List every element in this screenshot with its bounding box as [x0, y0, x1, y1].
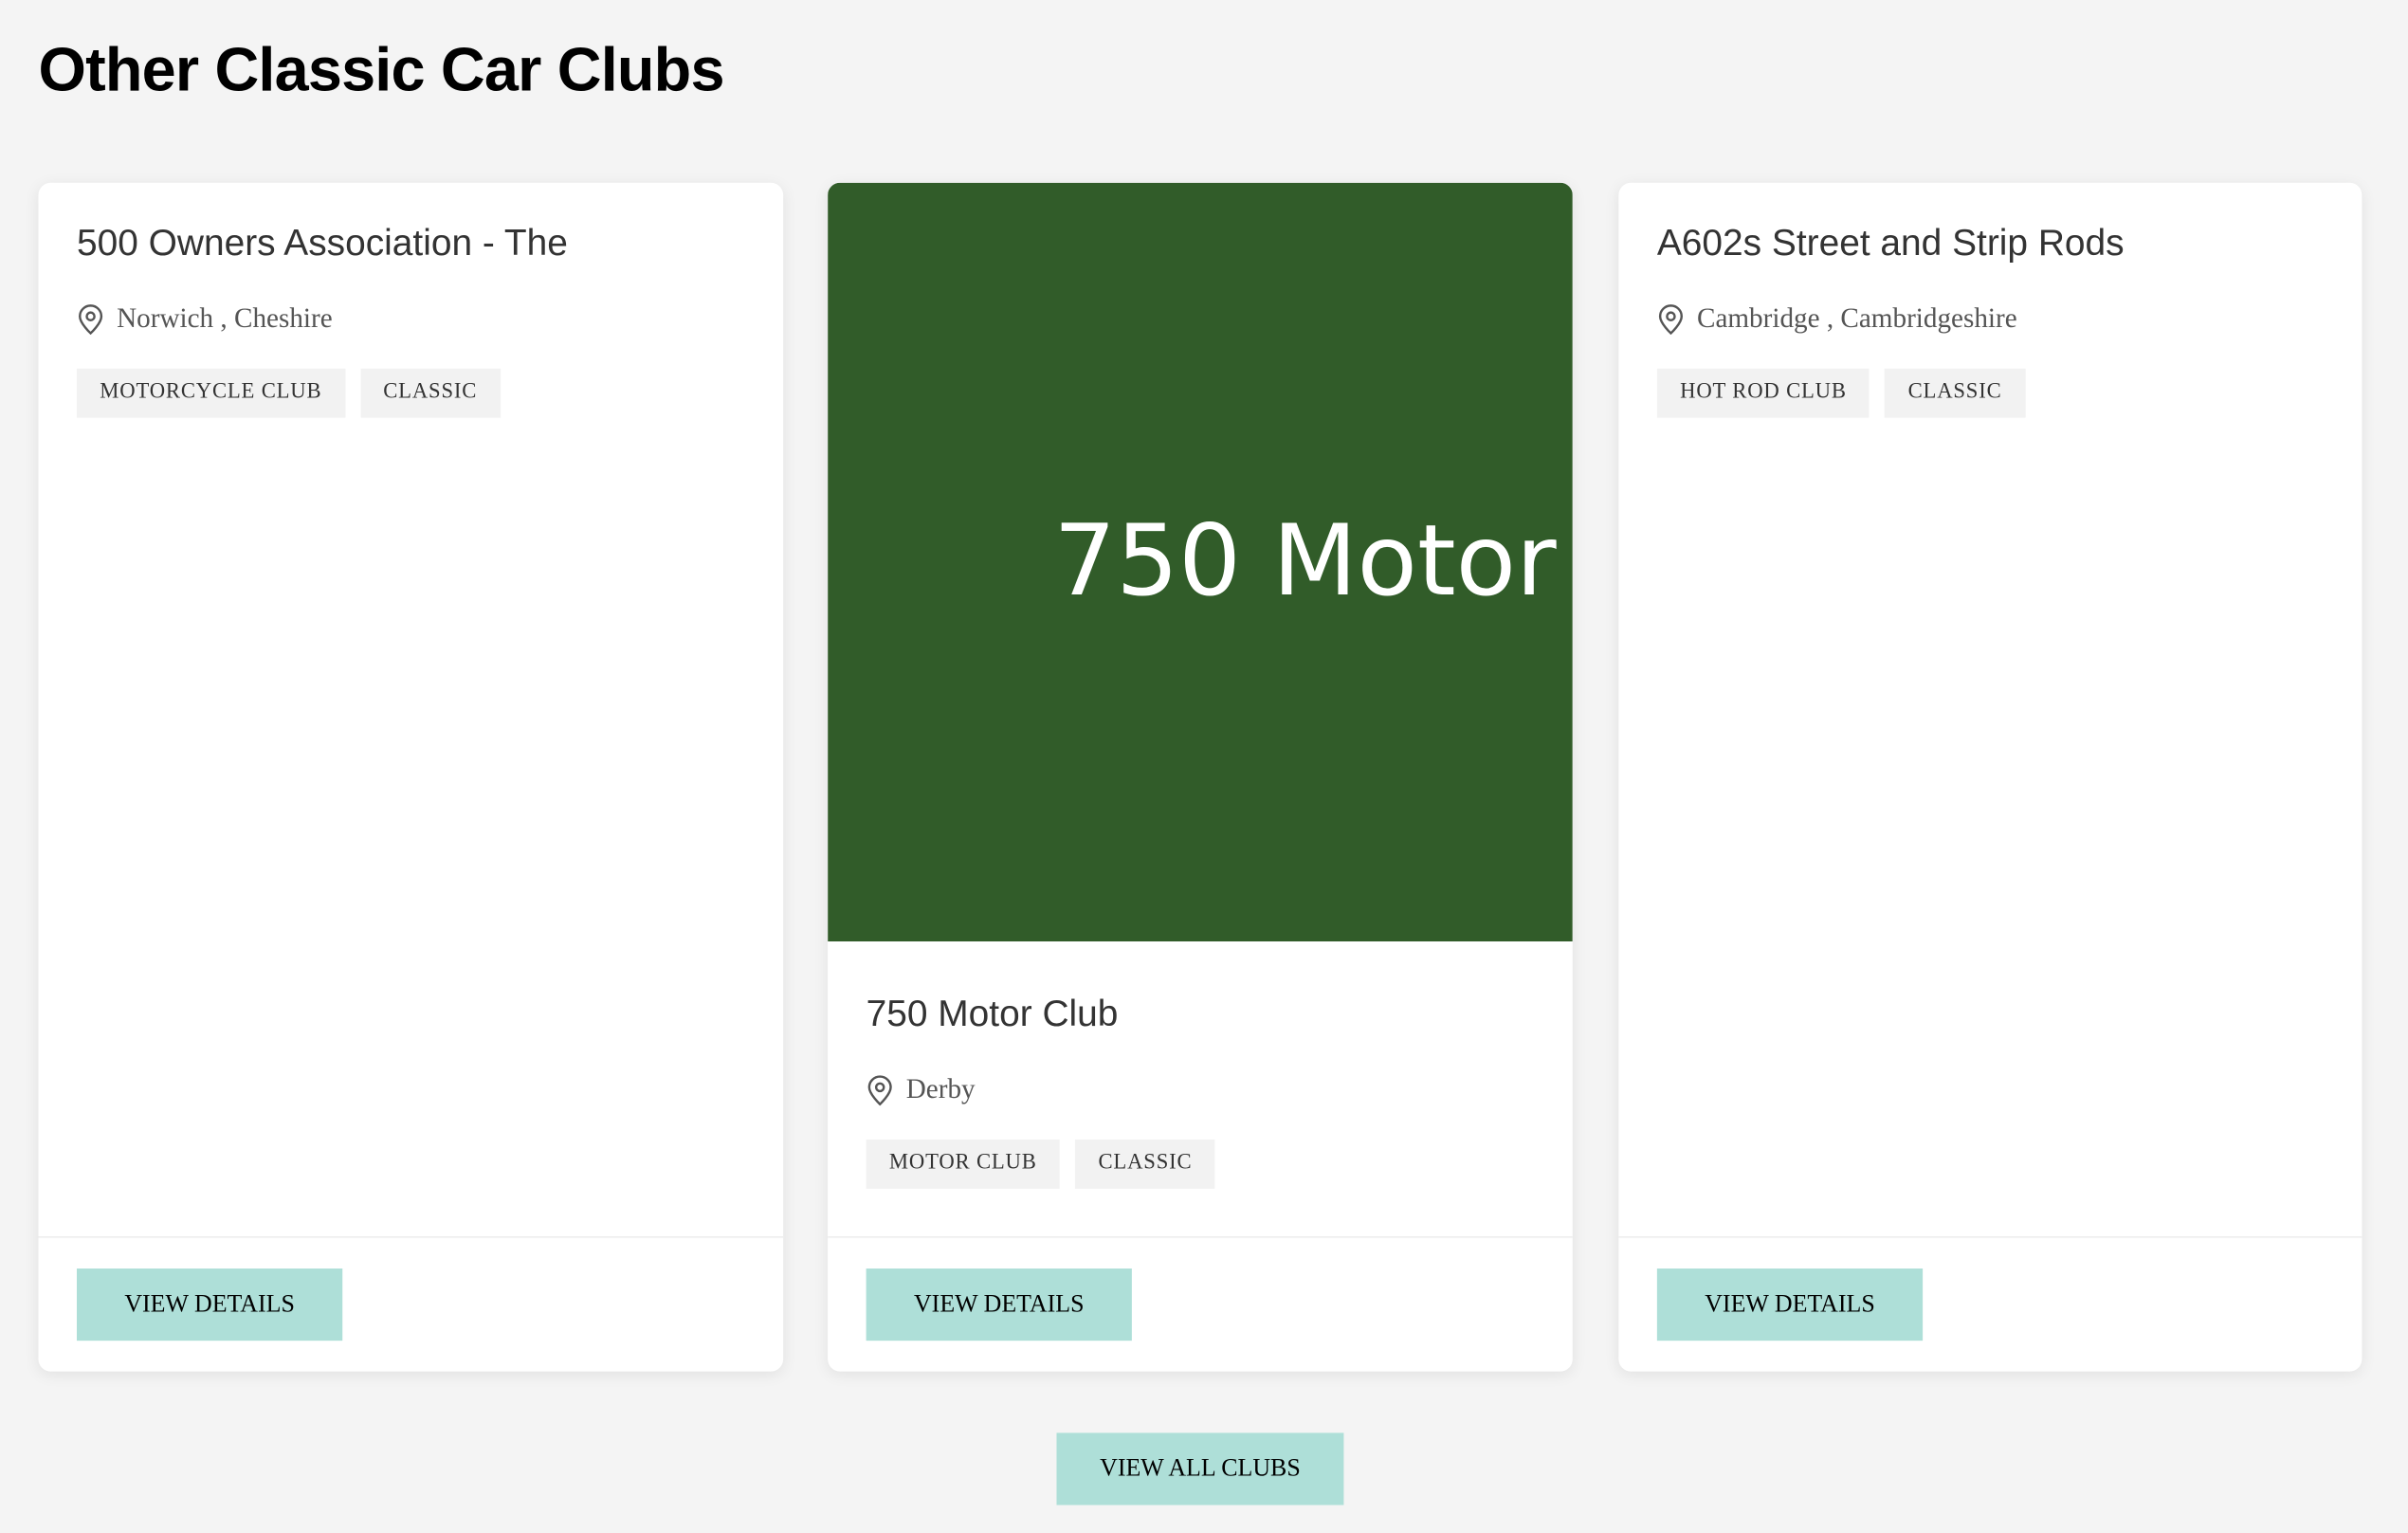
tag: CLASSIC	[359, 368, 501, 418]
tag: HOT ROD CLUB	[1656, 368, 1870, 418]
view-details-button[interactable]: VIEW DETAILS	[76, 1268, 343, 1341]
club-name: 750 Motor Club	[866, 994, 1119, 1035]
page: Other Classic Car Clubs 500 Owners Assoc…	[0, 0, 2408, 1533]
divider	[1618, 1236, 2362, 1238]
tag: CLASSIC	[1075, 1139, 1215, 1189]
view-all-clubs-button[interactable]: VIEW ALL CLUBS	[1056, 1433, 1344, 1506]
club-location: Cambridge , Cambridgeshire	[1696, 302, 2017, 334]
club-card: 750 Motor Club 750 Motor Club Derby MOTO…	[828, 182, 1573, 1372]
club-name: 500 Owners Association - The	[76, 222, 568, 265]
tag: MOTORCYCLE CLUB	[76, 368, 345, 418]
club-location: Norwich , Cheshire	[117, 302, 333, 334]
club-location: Derby	[905, 1073, 976, 1104]
location-pin-icon	[1658, 303, 1684, 335]
divider	[38, 1236, 784, 1238]
view-details-button[interactable]: VIEW DETAILS	[1656, 1268, 1924, 1341]
club-card: A602s Street and Strip Rods Cambridge , …	[1618, 182, 2362, 1372]
club-name: A602s Street and Strip Rods	[1656, 222, 2125, 265]
tag: MOTOR CLUB	[866, 1139, 1060, 1189]
view-details-button[interactable]: VIEW DETAILS	[866, 1268, 1132, 1341]
club-image: 750 Motor Club	[828, 182, 1573, 941]
divider	[828, 1236, 1573, 1238]
club-card: 500 Owners Association - The Norwich , C…	[38, 182, 784, 1372]
tag: CLASSIC	[1885, 368, 2025, 418]
page-title: Other Classic Car Clubs	[38, 36, 724, 105]
location-pin-icon	[79, 303, 103, 335]
location-pin-icon	[867, 1074, 892, 1105]
club-image-text: 750 Motor Club	[1053, 504, 1573, 619]
